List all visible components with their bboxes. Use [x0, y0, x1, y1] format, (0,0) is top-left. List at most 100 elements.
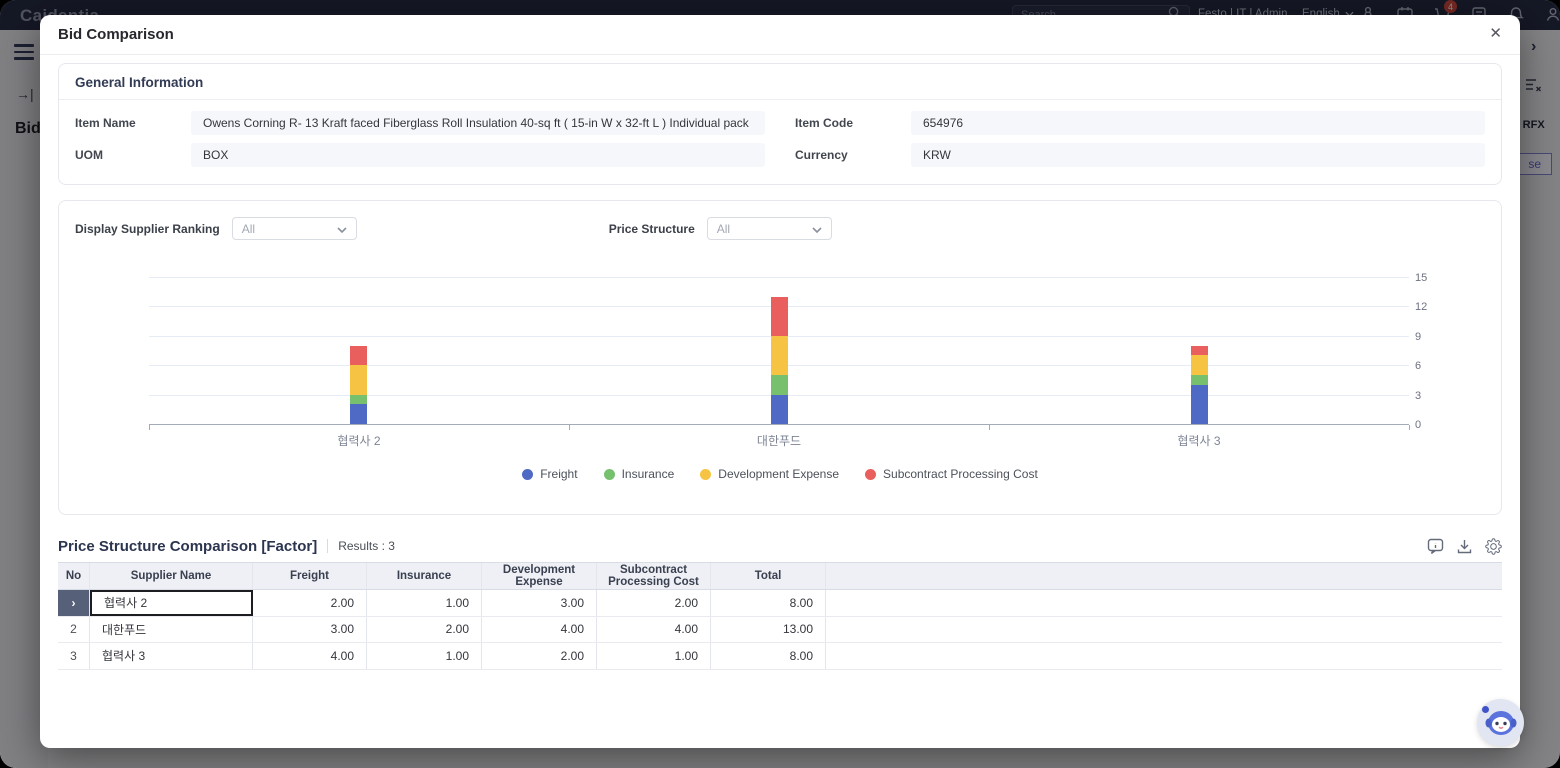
value-cell[interactable]: 1.00 — [597, 643, 711, 669]
chart-card: Display Supplier Ranking All Price Struc… — [58, 200, 1502, 515]
bar-segment-development-expense — [1191, 355, 1208, 375]
table-row[interactable]: 3협력사 34.001.002.001.008.00 — [58, 643, 1502, 670]
results-count: Results : 3 — [338, 539, 395, 553]
bar-segment-development-expense — [350, 365, 367, 394]
value-cell[interactable]: 4.00 — [253, 643, 367, 669]
row-filler — [826, 617, 1502, 643]
gridline — [149, 277, 1409, 278]
legend-item[interactable]: Insurance — [604, 467, 675, 481]
price-structure-value: All — [717, 222, 730, 236]
x-axis-tick — [989, 425, 990, 430]
column-header[interactable]: Total — [711, 563, 826, 589]
supplier-ranking-value: All — [242, 222, 255, 236]
value-cell[interactable]: 2.00 — [367, 617, 482, 643]
chevron-down-icon — [812, 220, 822, 238]
value-cell[interactable]: 8.00 — [711, 590, 826, 616]
bar-segment-freight — [1191, 385, 1208, 424]
general-information-grid: Item Name Owens Corning R- 13 Kraft face… — [59, 100, 1501, 178]
legend-color-dot — [700, 469, 711, 480]
row-expand-chevron[interactable]: › — [58, 590, 90, 616]
download-icon[interactable] — [1455, 537, 1473, 555]
x-axis-category-label: 대한푸드 — [757, 432, 801, 449]
table-title: Price Structure Comparison [Factor] — [58, 538, 317, 555]
supplier-ranking-label: Display Supplier Ranking — [75, 222, 220, 236]
value-cell[interactable]: 1.00 — [367, 643, 482, 669]
bar-segment-freight — [771, 395, 788, 424]
legend-color-dot — [865, 469, 876, 480]
value-cell[interactable]: 13.00 — [711, 617, 826, 643]
stacked-bar[interactable] — [771, 297, 788, 424]
settings-gear-icon[interactable] — [1484, 537, 1502, 555]
screen: Caidentia Festo | IT | Admin English 4 — [0, 0, 1560, 768]
price-structure-label: Price Structure — [609, 222, 695, 236]
value-cell[interactable]: 3.00 — [253, 617, 367, 643]
y-axis-tick-label: 0 — [1415, 419, 1443, 431]
chart-legend: Freight Insurance Development Expense Subco… — [59, 467, 1501, 481]
legend-item[interactable]: Subcontract Processing Cost — [865, 467, 1038, 481]
price-structure-select[interactable]: All — [707, 217, 832, 240]
legend-item[interactable]: Freight — [522, 467, 577, 481]
value-cell[interactable]: 1.00 — [367, 590, 482, 616]
bar-segment-subcontract-processing-cost — [771, 297, 788, 336]
value-cell[interactable]: 2.00 — [597, 590, 711, 616]
y-axis-tick-label: 12 — [1415, 301, 1443, 313]
value-cell[interactable]: 8.00 — [711, 643, 826, 669]
column-header[interactable]: Freight — [253, 563, 367, 589]
table-row[interactable]: 2대한푸드3.002.004.004.0013.00 — [58, 617, 1502, 644]
y-axis-tick-label: 15 — [1415, 272, 1443, 284]
currency-label: Currency — [795, 148, 911, 162]
legend-label: Subcontract Processing Cost — [883, 467, 1038, 481]
row-number[interactable]: 2 — [58, 617, 90, 643]
column-header[interactable]: Subcontract Processing Cost — [597, 563, 711, 589]
value-cell[interactable]: 3.00 — [482, 590, 597, 616]
column-header[interactable]: Supplier Name — [90, 563, 253, 589]
chatbot-button[interactable] — [1477, 699, 1524, 746]
table-header-row: Price Structure Comparison [Factor] Resu… — [58, 531, 1502, 561]
x-axis-tick — [1409, 425, 1410, 430]
y-axis-tick-label: 9 — [1415, 331, 1443, 343]
supplier-ranking-select[interactable]: All — [232, 217, 357, 240]
x-axis-tick — [149, 425, 150, 430]
value-cell[interactable]: 4.00 — [482, 617, 597, 643]
bid-comparison-modal: Bid Comparison ✕ General Information Ite… — [40, 15, 1520, 748]
column-header[interactable]: Insurance — [367, 563, 482, 589]
bar-segment-subcontract-processing-cost — [1191, 346, 1208, 356]
item-code-label: Item Code — [795, 116, 911, 130]
chart-plot: 03691215협력사 2대한푸드협력사 3 — [149, 278, 1409, 425]
general-information-title: General Information — [59, 64, 1501, 100]
bar-segment-insurance — [771, 375, 788, 395]
info-tooltip-icon[interactable] — [1426, 537, 1444, 555]
supplier-name-cell[interactable]: 협력사 3 — [90, 643, 253, 669]
column-header[interactable]: Development Expense — [482, 563, 597, 589]
row-filler — [826, 643, 1502, 669]
y-axis-tick-label: 3 — [1415, 390, 1443, 402]
header-filler — [826, 563, 1502, 589]
item-name-label: Item Name — [75, 116, 191, 130]
supplier-name-cell[interactable]: 대한푸드 — [90, 617, 253, 643]
column-header[interactable]: No — [58, 563, 90, 589]
title-divider — [327, 539, 328, 553]
legend-item[interactable]: Development Expense — [700, 467, 839, 481]
close-icon[interactable]: ✕ — [1489, 24, 1502, 42]
value-cell[interactable]: 2.00 — [482, 643, 597, 669]
table-row[interactable]: ›협력사 22.001.003.002.008.00 — [58, 590, 1502, 617]
stacked-bar[interactable] — [350, 346, 367, 424]
general-information-card: General Information Item Name Owens Corn… — [58, 63, 1502, 185]
y-axis-tick-label: 6 — [1415, 360, 1443, 372]
x-axis-category-label: 협력사 2 — [337, 432, 380, 449]
robot-icon — [1484, 708, 1518, 738]
bar-segment-freight — [350, 404, 367, 424]
bar-segment-subcontract-processing-cost — [350, 346, 367, 366]
row-filler — [826, 590, 1502, 616]
value-cell[interactable]: 4.00 — [597, 617, 711, 643]
stacked-bar[interactable] — [1191, 346, 1208, 424]
row-number[interactable]: 3 — [58, 643, 90, 669]
value-cell[interactable]: 2.00 — [253, 590, 367, 616]
legend-label: Development Expense — [718, 467, 839, 481]
item-name-value: Owens Corning R- 13 Kraft faced Fibergla… — [191, 111, 765, 135]
supplier-name-cell[interactable]: 협력사 2 — [90, 590, 253, 616]
legend-color-dot — [604, 469, 615, 480]
x-axis-tick — [569, 425, 570, 430]
bar-segment-insurance — [1191, 375, 1208, 385]
legend-color-dot — [522, 469, 533, 480]
